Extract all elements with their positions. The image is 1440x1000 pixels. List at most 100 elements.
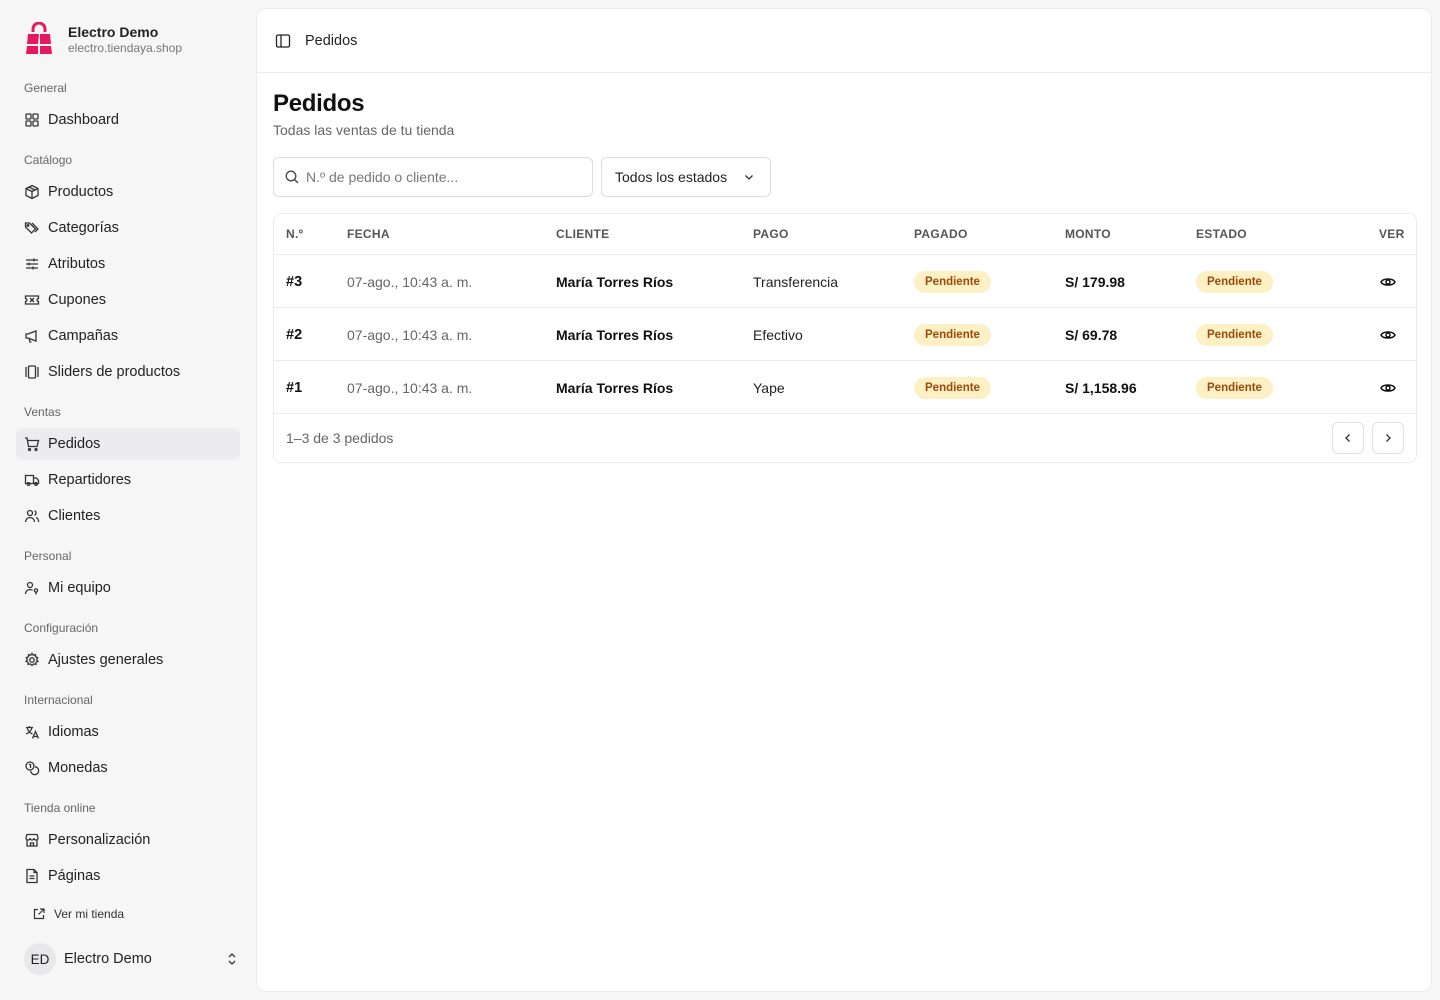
order-id: #1 (286, 379, 303, 396)
order-date: 07-ago., 10:43 a. m. (347, 273, 473, 290)
coins-icon (25, 761, 40, 776)
column-header-id: N.º (286, 227, 304, 241)
sidebar-item-mi-equipo[interactable]: Mi equipo (16, 572, 240, 604)
order-payment: Transferencia (753, 273, 839, 290)
status-filter-select[interactable]: Todos los estados (601, 157, 771, 197)
sidebar-item-label: Cupones (48, 292, 107, 308)
status-cell: Pendiente (1196, 255, 1273, 308)
status-badge: Pendiente (1196, 376, 1273, 399)
main-panel: Pedidos Pedidos Todas las ventas de tu t… (256, 8, 1433, 992)
sidebar-item-repartidores[interactable]: Repartidores (16, 464, 240, 496)
search-input[interactable] (306, 169, 576, 185)
paid-cell: Pendiente (914, 255, 991, 308)
order-amount: S/ 1,158.96 (1065, 379, 1137, 396)
sidebar-item-label: Monedas (48, 760, 108, 776)
nav-group-configuracion: Configuración (24, 621, 99, 635)
order-id: #3 (286, 273, 303, 290)
pagination-summary: 1–3 de 3 pedidos (286, 430, 394, 446)
sidebar-item-label: Personalización (48, 832, 151, 848)
view-store-label: Ver mi tienda (54, 907, 125, 921)
sidebar-item-ajustes[interactable]: Ajustes generales (16, 644, 240, 676)
paid-cell: Pendiente (914, 361, 991, 414)
chevron-left-icon (1345, 434, 1350, 442)
sidebar-item-clientes[interactable]: Clientes (16, 500, 240, 532)
user-menu[interactable]: ED Electro Demo (24, 943, 240, 975)
chevrons-up-down-icon (228, 953, 236, 965)
table-row[interactable]: #2 07-ago., 10:43 a. m. María Torres Río… (274, 307, 1416, 360)
order-date: 07-ago., 10:43 a. m. (347, 379, 473, 396)
order-payment: Yape (753, 379, 785, 396)
view-order-button[interactable] (1380, 255, 1396, 308)
sidebar-item-categorias[interactable]: Categorías (16, 212, 240, 244)
sidebar-item-label: Ajustes generales (48, 652, 164, 668)
sidebar-toggle-icon[interactable] (275, 33, 291, 49)
order-id: #2 (286, 326, 303, 343)
prev-page-button[interactable] (1332, 422, 1364, 454)
store-url: electro.tiendaya.shop (68, 41, 183, 55)
file-icon (26, 868, 38, 884)
nav-group-internacional: Internacional (24, 693, 93, 707)
sidebar-item-productos[interactable]: Productos (16, 176, 240, 208)
nav-group-general: General (24, 81, 67, 95)
order-client: María Torres Ríos (556, 326, 674, 343)
nav-group-personal: Personal (24, 549, 72, 563)
sliders-icon (26, 258, 38, 270)
paid-badge: Pendiente (914, 323, 991, 346)
table-row[interactable]: #3 07-ago., 10:43 a. m. María Torres Río… (274, 254, 1416, 307)
view-order-button[interactable] (1380, 361, 1396, 414)
breadcrumb: Pedidos (305, 32, 358, 49)
ticket-icon (24, 295, 40, 305)
sidebar-item-pedidos[interactable]: Pedidos (16, 428, 240, 460)
paid-badge: Pendiente (914, 376, 991, 399)
status-cell: Pendiente (1196, 308, 1273, 361)
sidebar-item-idiomas[interactable]: Idiomas (16, 716, 240, 748)
next-page-button[interactable] (1372, 422, 1404, 454)
box-icon (25, 184, 39, 200)
cart-icon (25, 437, 40, 452)
view-order-button[interactable] (1380, 308, 1396, 361)
users-icon (24, 509, 40, 523)
sidebar-item-personalizacion[interactable]: Personalización (16, 824, 240, 856)
shopping-bag-logo-icon (26, 22, 52, 54)
column-header-status: ESTADO (1196, 227, 1247, 241)
page-title: Pedidos (273, 90, 365, 117)
status-filter-value: Todos los estados (615, 169, 728, 185)
external-link-icon (33, 908, 45, 920)
sidebar-item-atributos[interactable]: Atributos (16, 248, 240, 280)
status-badge: Pendiente (1196, 323, 1273, 346)
sidebar-item-dashboard[interactable]: Dashboard (16, 104, 240, 136)
sidebar-item-label: Sliders de productos (48, 364, 181, 380)
table-row[interactable]: #1 07-ago., 10:43 a. m. María Torres Río… (274, 360, 1416, 413)
nav-group-ventas: Ventas (24, 405, 61, 419)
sidebar-item-label: Atributos (48, 256, 106, 272)
sidebar-item-label: Repartidores (48, 472, 132, 488)
view-store-link[interactable]: Ver mi tienda (32, 904, 124, 924)
megaphone-icon (25, 330, 37, 343)
sidebar-item-campanas[interactable]: Campañas (16, 320, 240, 352)
store-name: Electro Demo (68, 24, 159, 40)
sidebar-item-monedas[interactable]: Monedas (16, 752, 240, 784)
sidebar-item-label: Pedidos (48, 436, 101, 452)
topbar: Pedidos (257, 9, 1433, 73)
sidebar-item-sliders[interactable]: Sliders de productos (16, 356, 240, 388)
sidebar-item-label: Clientes (48, 508, 101, 524)
paid-cell: Pendiente (914, 308, 991, 361)
sidebar-item-label: Campañas (48, 328, 119, 344)
sidebar-item-label: Categorías (48, 220, 119, 236)
sidebar-item-label: Páginas (48, 868, 101, 884)
orders-table: N.º FECHA CLIENTE PAGO PAGADO MONTO ESTA… (273, 213, 1417, 463)
store-brand[interactable]: Electro Demo electro.tiendaya.shop (24, 22, 182, 56)
status-cell: Pendiente (1196, 361, 1273, 414)
table-footer: 1–3 de 3 pedidos (274, 413, 1416, 462)
tags-icon (24, 222, 39, 234)
search-field[interactable] (273, 157, 593, 197)
user-key-icon (24, 581, 39, 595)
user-name: Electro Demo (64, 951, 152, 967)
column-header-payment: PAGO (753, 227, 789, 241)
sidebar-item-cupones[interactable]: Cupones (16, 284, 240, 316)
order-client: María Torres Ríos (556, 379, 674, 396)
sidebar-item-paginas[interactable]: Páginas (16, 860, 240, 892)
search-icon (285, 170, 299, 184)
status-badge: Pendiente (1196, 270, 1273, 293)
nav-group-catalogo: Catálogo (24, 153, 73, 167)
